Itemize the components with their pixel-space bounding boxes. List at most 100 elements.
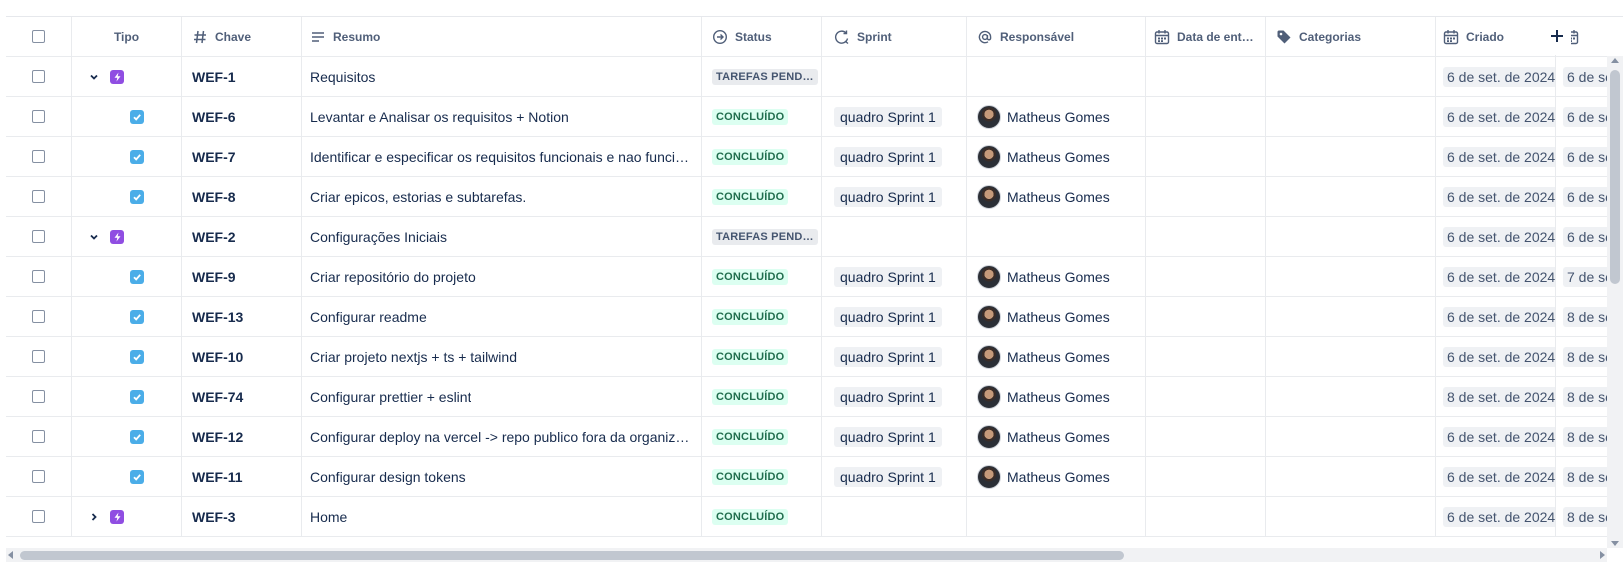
categories-cell[interactable] bbox=[1266, 457, 1436, 496]
scroll-up-arrow-icon[interactable] bbox=[1611, 58, 1619, 63]
categories-cell[interactable] bbox=[1266, 217, 1436, 256]
summary-cell[interactable]: Configurar prettier + eslint bbox=[302, 377, 702, 416]
status-cell[interactable]: CONCLUÍDO bbox=[702, 97, 822, 136]
due-date-cell[interactable] bbox=[1146, 457, 1266, 496]
column-header-criado[interactable]: Criado bbox=[1436, 17, 1556, 56]
vertical-scrollbar[interactable] bbox=[1607, 56, 1623, 548]
column-header-resumo[interactable]: Resumo bbox=[302, 17, 702, 56]
issue-summary[interactable]: Configurar deploy na vercel -> repo publ… bbox=[310, 429, 689, 445]
sprint-cell[interactable]: quadro Sprint 1 bbox=[822, 337, 967, 376]
table-row[interactable]: WEF-2 Configurações Iniciais TAREFAS PENDE… bbox=[6, 217, 1623, 257]
assignee-cell[interactable]: Matheus Gomes bbox=[967, 457, 1146, 496]
assignee-cell[interactable] bbox=[967, 57, 1146, 96]
table-row[interactable]: WEF-10 Criar projeto nextjs + ts + tailwi… bbox=[6, 337, 1623, 377]
sprint-cell[interactable]: quadro Sprint 1 bbox=[822, 417, 967, 456]
row-checkbox[interactable] bbox=[32, 230, 45, 243]
type-cell[interactable] bbox=[72, 257, 182, 296]
created-cell[interactable]: 6 de set. de 2024 bbox=[1436, 457, 1556, 496]
type-cell[interactable] bbox=[72, 177, 182, 216]
type-cell[interactable] bbox=[72, 97, 182, 136]
due-date-cell[interactable] bbox=[1146, 497, 1266, 536]
created-cell[interactable]: 6 de set. de 2024 bbox=[1436, 417, 1556, 456]
status-badge[interactable]: TAREFAS PENDE… bbox=[712, 68, 818, 85]
row-checkbox[interactable] bbox=[32, 310, 45, 323]
status-badge[interactable]: CONCLUÍDO bbox=[712, 108, 789, 125]
status-badge[interactable]: TAREFAS PENDE… bbox=[712, 228, 818, 245]
due-date-cell[interactable] bbox=[1146, 417, 1266, 456]
issue-key[interactable]: WEF-10 bbox=[192, 349, 243, 365]
row-checkbox[interactable] bbox=[32, 150, 45, 163]
issue-summary[interactable]: Configurar design tokens bbox=[310, 469, 466, 485]
status-badge[interactable]: CONCLUÍDO bbox=[712, 508, 789, 525]
assignee-cell[interactable]: Matheus Gomes bbox=[967, 337, 1146, 376]
due-date-cell[interactable] bbox=[1146, 377, 1266, 416]
key-cell[interactable]: WEF-8 bbox=[182, 177, 302, 216]
sprint-cell[interactable]: quadro Sprint 1 bbox=[822, 137, 967, 176]
due-date-cell[interactable] bbox=[1146, 137, 1266, 176]
table-row[interactable]: WEF-13 Configurar readme CONCLUÍDO quadro S… bbox=[6, 297, 1623, 337]
column-header-status[interactable]: Status bbox=[702, 17, 822, 56]
assignee-cell[interactable]: Matheus Gomes bbox=[967, 177, 1146, 216]
assignee-cell[interactable]: Matheus Gomes bbox=[967, 377, 1146, 416]
chevron-right-icon[interactable] bbox=[86, 509, 102, 525]
vertical-scroll-thumb[interactable] bbox=[1610, 70, 1620, 284]
status-badge[interactable]: CONCLUÍDO bbox=[712, 268, 789, 285]
row-checkbox[interactable] bbox=[32, 190, 45, 203]
column-header-responsavel[interactable]: Responsável bbox=[967, 17, 1146, 56]
sprint-chip[interactable]: quadro Sprint 1 bbox=[834, 266, 942, 287]
key-cell[interactable]: WEF-10 bbox=[182, 337, 302, 376]
created-cell[interactable]: 6 de set. de 2024 bbox=[1436, 97, 1556, 136]
issue-key[interactable]: WEF-12 bbox=[192, 429, 243, 445]
sprint-chip[interactable]: quadro Sprint 1 bbox=[834, 386, 942, 407]
issue-key[interactable]: WEF-2 bbox=[192, 229, 236, 245]
status-cell[interactable]: TAREFAS PENDE… bbox=[702, 57, 822, 96]
status-badge[interactable]: CONCLUÍDO bbox=[712, 388, 789, 405]
issue-key[interactable]: WEF-74 bbox=[192, 389, 243, 405]
horizontal-scrollbar[interactable] bbox=[6, 548, 1607, 562]
summary-cell[interactable]: Criar epicos, estorias e subtarefas. bbox=[302, 177, 702, 216]
sprint-chip[interactable]: quadro Sprint 1 bbox=[834, 106, 942, 127]
summary-cell[interactable]: Configurar deploy na vercel -> repo publ… bbox=[302, 417, 702, 456]
row-checkbox[interactable] bbox=[32, 270, 45, 283]
status-badge[interactable]: CONCLUÍDO bbox=[712, 188, 789, 205]
summary-cell[interactable]: Home bbox=[302, 497, 702, 536]
issue-key[interactable]: WEF-8 bbox=[192, 189, 236, 205]
due-date-cell[interactable] bbox=[1146, 337, 1266, 376]
summary-cell[interactable]: Configurar design tokens bbox=[302, 457, 702, 496]
table-row[interactable]: WEF-8 Criar epicos, estorias e subtarefas… bbox=[6, 177, 1623, 217]
key-cell[interactable]: WEF-9 bbox=[182, 257, 302, 296]
summary-cell[interactable]: Criar repositório do projeto bbox=[302, 257, 702, 296]
table-row[interactable]: WEF-12 Configurar deploy na vercel -> rep… bbox=[6, 417, 1623, 457]
column-header-categorias[interactable]: Categorias bbox=[1266, 17, 1436, 56]
created-cell[interactable]: 6 de set. de 2024 bbox=[1436, 57, 1556, 96]
table-row[interactable]: WEF-3 Home CONCLUÍDO 6 de set. de 2024 8 de … bbox=[6, 497, 1623, 537]
due-date-cell[interactable] bbox=[1146, 297, 1266, 336]
sprint-cell[interactable] bbox=[822, 57, 967, 96]
type-cell[interactable] bbox=[72, 457, 182, 496]
sprint-cell[interactable]: quadro Sprint 1 bbox=[822, 297, 967, 336]
sprint-chip[interactable]: quadro Sprint 1 bbox=[834, 426, 942, 447]
row-checkbox[interactable] bbox=[32, 430, 45, 443]
status-cell[interactable]: TAREFAS PENDE… bbox=[702, 217, 822, 256]
issue-summary[interactable]: Requisitos bbox=[310, 69, 375, 85]
table-row[interactable]: WEF-9 Criar repositório do projeto CONCLUÍ… bbox=[6, 257, 1623, 297]
row-checkbox[interactable] bbox=[32, 390, 45, 403]
created-cell[interactable]: 6 de set. de 2024 bbox=[1436, 337, 1556, 376]
add-column-button[interactable] bbox=[1543, 17, 1571, 55]
created-cell[interactable]: 6 de set. de 2024 bbox=[1436, 137, 1556, 176]
categories-cell[interactable] bbox=[1266, 57, 1436, 96]
categories-cell[interactable] bbox=[1266, 257, 1436, 296]
status-cell[interactable]: CONCLUÍDO bbox=[702, 337, 822, 376]
status-badge[interactable]: CONCLUÍDO bbox=[712, 428, 789, 445]
summary-cell[interactable]: Identificar e especificar os requisitos … bbox=[302, 137, 702, 176]
type-cell[interactable] bbox=[72, 337, 182, 376]
sprint-chip[interactable]: quadro Sprint 1 bbox=[834, 466, 942, 487]
status-cell[interactable]: CONCLUÍDO bbox=[702, 377, 822, 416]
scroll-left-arrow-icon[interactable] bbox=[8, 551, 13, 559]
chevron-down-icon[interactable] bbox=[86, 229, 102, 245]
column-header-data-entrega[interactable]: Data de ent… bbox=[1146, 17, 1266, 56]
column-header-tipo[interactable]: Tipo bbox=[72, 17, 182, 56]
status-cell[interactable]: CONCLUÍDO bbox=[702, 497, 822, 536]
status-cell[interactable]: CONCLUÍDO bbox=[702, 417, 822, 456]
row-checkbox[interactable] bbox=[32, 110, 45, 123]
